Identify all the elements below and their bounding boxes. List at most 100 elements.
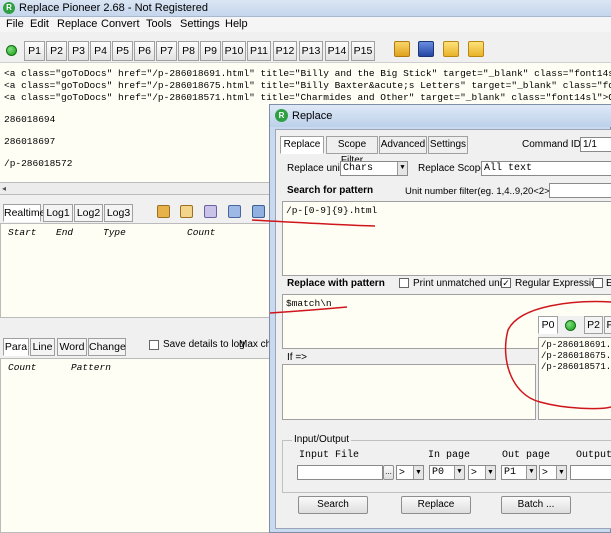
save-details-checkbox[interactable] (149, 340, 159, 350)
menu-replace[interactable]: Replace (57, 18, 97, 30)
folder-icon[interactable] (157, 205, 170, 218)
preview-tab-p[interactable]: P (604, 316, 611, 334)
editor-line: /p-286018572 (4, 158, 73, 169)
menu-edit[interactable]: Edit (30, 18, 49, 30)
editor-line: <a class="goToDocs" href="/p-286018675.h… (4, 80, 611, 91)
page-button-p3[interactable]: P3 (68, 41, 89, 61)
tab-scope-filter[interactable]: Scope Filter (326, 136, 378, 166)
batch-button[interactable]: Batch ... (501, 496, 571, 514)
out-page-value: P1 (504, 467, 517, 478)
extra-option-label: E (606, 278, 611, 289)
tab-word[interactable]: Word (57, 338, 87, 356)
replace-dialog: R Replace Replace Scope Filter Advanced … (269, 104, 611, 533)
input-mode-value: > (399, 467, 405, 478)
browse-input-button[interactable]: ... (383, 465, 394, 480)
output-file-field[interactable] (570, 465, 611, 480)
out-page-select[interactable]: P1 ▼ (501, 465, 537, 480)
tab-replace[interactable]: Replace (280, 136, 324, 154)
if-condition-textarea[interactable] (282, 364, 536, 420)
input-output-label: Input/Output (292, 434, 352, 445)
search-pattern-value: /p-[0-9]{9}.html (286, 205, 378, 216)
preview-tab-p0[interactable]: P0 (538, 316, 558, 334)
search-button[interactable]: Search (298, 496, 368, 514)
tab-realtime[interactable]: Realtime (3, 204, 45, 222)
output-mode-select[interactable]: > ▼ (539, 465, 567, 480)
page-button-p4[interactable]: P4 (90, 41, 111, 61)
extra-option-checkbox[interactable] (593, 278, 603, 288)
page-button-p11[interactable]: P11 (247, 41, 271, 61)
export-icon[interactable] (204, 205, 217, 218)
save-icon[interactable] (418, 41, 434, 57)
menu-tools[interactable]: Tools (146, 18, 172, 30)
replace-icon[interactable] (443, 41, 459, 57)
page-button-p7[interactable]: P7 (156, 41, 177, 61)
chevron-down-icon[interactable]: ▼ (397, 162, 407, 175)
page-button-p12[interactable]: P12 (273, 41, 297, 61)
page-button-p13[interactable]: P13 (299, 41, 323, 61)
page-button-p15[interactable]: P15 (351, 41, 375, 61)
page-button-p5[interactable]: P5 (112, 41, 133, 61)
tab-change[interactable]: Change (88, 338, 126, 356)
window-title: Replace Pioneer 2.68 - Not Registered (19, 2, 208, 14)
in-page-select[interactable]: P0 ▼ (429, 465, 465, 480)
status-light-icon[interactable] (6, 45, 17, 56)
column-header-pattern: Pattern (71, 362, 111, 373)
input-file-label: Input File (299, 450, 360, 461)
editor-line: <a class="goToDocs" href="/p-286018571.h… (4, 92, 611, 103)
chevron-down-icon[interactable]: ▼ (413, 466, 423, 479)
chevron-down-icon[interactable]: ▼ (485, 466, 495, 479)
replace-pattern-label: Replace with pattern (287, 278, 385, 289)
status-light-icon[interactable] (565, 320, 576, 331)
cancel-icon[interactable] (468, 41, 484, 57)
input-mode-select[interactable]: > ▼ (396, 465, 424, 480)
tab-advanced[interactable]: Advanced (379, 136, 427, 154)
chevron-down-icon[interactable]: ▼ (454, 466, 464, 479)
regular-expression-checkbox[interactable]: ✓ (501, 278, 511, 288)
page-button-p10[interactable]: P10 (222, 41, 246, 61)
dialog-title-bar[interactable]: R Replace (270, 105, 611, 127)
search-pattern-textarea[interactable]: /p-[0-9]{9}.html (282, 201, 611, 276)
preview-tab-p2[interactable]: P2 (584, 316, 603, 334)
dialog-title: Replace (292, 110, 333, 122)
replace-button[interactable]: Replace (401, 496, 471, 514)
tab-log3[interactable]: Log3 (104, 204, 133, 222)
pattern-tabs: Para Line Word Change Save details to lo… (0, 336, 277, 358)
print-unmatched-checkbox[interactable] (399, 278, 409, 288)
input-file-field[interactable] (297, 465, 383, 480)
tab-settings[interactable]: Settings (428, 136, 468, 154)
grid-icon[interactable] (252, 205, 265, 218)
dialog-body: Replace Scope Filter Advanced Settings C… (275, 129, 611, 529)
page-button-p6[interactable]: P6 (134, 41, 155, 61)
search-pattern-label: Search for pattern (287, 185, 374, 196)
unit-filter-field[interactable] (549, 183, 611, 198)
page-button-p8[interactable]: P8 (178, 41, 199, 61)
scroll-left-icon[interactable]: ◂ (2, 184, 6, 193)
chevron-down-icon[interactable]: ▼ (556, 466, 566, 479)
replace-unit-label: Replace unit (287, 163, 343, 174)
tab-para[interactable]: Para (3, 338, 29, 356)
editor-line: <a class="goToDocs" href="/p-286018691.h… (4, 68, 611, 79)
menu-settings[interactable]: Settings (180, 18, 220, 30)
menu-bar: File Edit Replace Convert Tools Settings… (0, 17, 611, 32)
command-id-field[interactable]: 1/1 (580, 137, 611, 152)
chevron-down-icon[interactable]: ▼ (526, 466, 536, 479)
replace-scope-select[interactable]: All text (481, 161, 611, 176)
open-log-icon[interactable] (180, 205, 193, 218)
chart-icon[interactable] (228, 205, 241, 218)
page-button-p2[interactable]: P2 (46, 41, 67, 61)
menu-help[interactable]: Help (225, 18, 248, 30)
tab-log2[interactable]: Log2 (74, 204, 103, 222)
tab-line[interactable]: Line (30, 338, 55, 356)
folder-open-icon[interactable] (394, 41, 410, 57)
column-header-type: Type (103, 227, 126, 238)
tab-log1[interactable]: Log1 (43, 204, 73, 222)
editor-horizontal-scrollbar[interactable]: ◂ (0, 183, 270, 195)
preview-output: /p-286018691.h /p-286018675.h /p-2860185… (538, 337, 611, 420)
replace-unit-select[interactable]: Chars ▼ (340, 161, 408, 176)
page-button-p1[interactable]: P1 (24, 41, 45, 61)
page-button-p14[interactable]: P14 (325, 41, 349, 61)
page-button-p9[interactable]: P9 (200, 41, 221, 61)
page-mode-select[interactable]: > ▼ (468, 465, 496, 480)
menu-convert[interactable]: Convert (101, 18, 140, 30)
menu-file[interactable]: File (6, 18, 24, 30)
